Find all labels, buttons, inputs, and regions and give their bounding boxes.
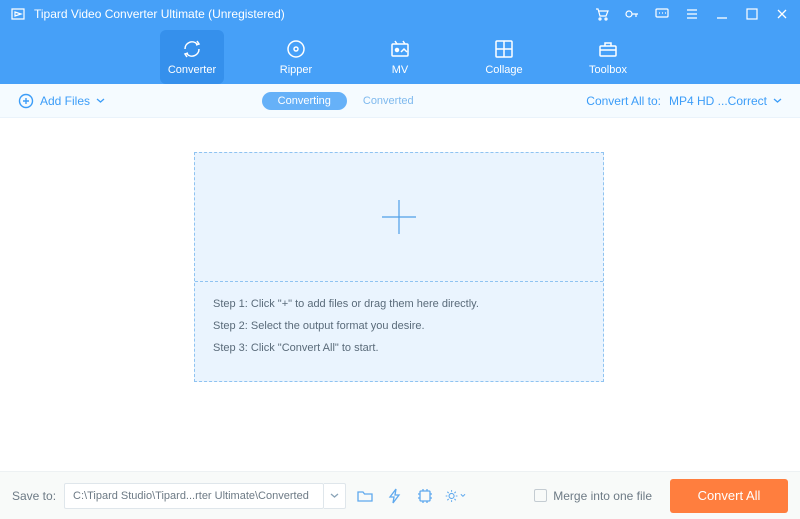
tab-label: Converter <box>168 64 216 76</box>
toolbox-icon <box>597 38 619 60</box>
menu-icon[interactable] <box>684 6 700 22</box>
tab-mv[interactable]: MV <box>368 30 432 84</box>
convert-all-to-label: Convert All to: <box>586 94 661 108</box>
maximize-icon[interactable] <box>744 6 760 22</box>
tab-ripper[interactable]: Ripper <box>264 30 328 84</box>
chevron-down-icon <box>96 96 105 105</box>
format-value: MP4 HD ...Correct <box>669 94 767 108</box>
tab-label: Collage <box>485 64 522 76</box>
save-path-dropdown[interactable] <box>324 483 346 509</box>
merge-checkbox[interactable]: Merge into one file <box>534 489 652 503</box>
drop-zone[interactable]: Step 1: Click "+" to add files or drag t… <box>194 152 604 382</box>
instruction-steps: Step 1: Click "+" to add files or drag t… <box>213 293 585 359</box>
high-speed-icon[interactable] <box>384 485 406 507</box>
feedback-icon[interactable] <box>654 6 670 22</box>
app-logo-icon <box>10 6 26 22</box>
chevron-down-icon <box>460 492 466 499</box>
add-files-button[interactable]: Add Files <box>18 93 105 109</box>
tab-converted[interactable]: Converted <box>347 92 430 110</box>
tab-label: Toolbox <box>589 64 627 76</box>
open-folder-icon[interactable] <box>354 485 376 507</box>
close-icon[interactable] <box>774 6 790 22</box>
minimize-icon[interactable] <box>714 6 730 22</box>
save-path-field[interactable]: C:\Tipard Studio\Tipard...rter Ultimate\… <box>64 483 324 509</box>
add-plus-button[interactable] <box>195 153 603 281</box>
sub-toolbar: Add Files Converting Converted Convert A… <box>0 84 800 118</box>
checkbox-icon <box>534 489 547 502</box>
main-area: Step 1: Click "+" to add files or drag t… <box>0 118 800 471</box>
top-nav: Converter Ripper MV Collage Toolbox <box>0 28 800 84</box>
collage-icon <box>493 38 515 60</box>
tab-converting[interactable]: Converting <box>262 92 347 110</box>
step-1: Step 1: Click "+" to add files or drag t… <box>213 293 585 315</box>
plus-icon <box>376 194 422 240</box>
tab-collage[interactable]: Collage <box>472 30 536 84</box>
key-icon[interactable] <box>624 6 640 22</box>
ripper-icon <box>285 38 307 60</box>
step-2: Step 2: Select the output format you des… <box>213 315 585 337</box>
tab-label: Ripper <box>280 64 312 76</box>
mv-icon <box>389 38 411 60</box>
convert-all-button[interactable]: Convert All <box>670 479 788 513</box>
app-title: Tipard Video Converter Ultimate (Unregis… <box>34 7 285 21</box>
tab-toolbox[interactable]: Toolbox <box>576 30 640 84</box>
tab-label: MV <box>392 64 409 76</box>
tab-converter[interactable]: Converter <box>160 30 224 84</box>
merge-label: Merge into one file <box>553 489 652 503</box>
chevron-down-icon <box>330 491 339 500</box>
cart-icon[interactable] <box>594 6 610 22</box>
titlebar: Tipard Video Converter Ultimate (Unregis… <box>0 0 800 28</box>
gpu-accel-icon[interactable] <box>414 485 436 507</box>
chevron-down-icon <box>773 96 782 105</box>
converter-icon <box>181 38 203 60</box>
settings-icon[interactable] <box>444 485 466 507</box>
step-3: Step 3: Click "Convert All" to start. <box>213 337 585 359</box>
save-to-label: Save to: <box>12 489 56 503</box>
output-format-dropdown[interactable]: MP4 HD ...Correct <box>669 94 782 108</box>
bottom-bar: Save to: C:\Tipard Studio\Tipard...rter … <box>0 471 800 519</box>
add-files-label: Add Files <box>40 94 90 108</box>
dropzone-divider <box>195 281 603 282</box>
